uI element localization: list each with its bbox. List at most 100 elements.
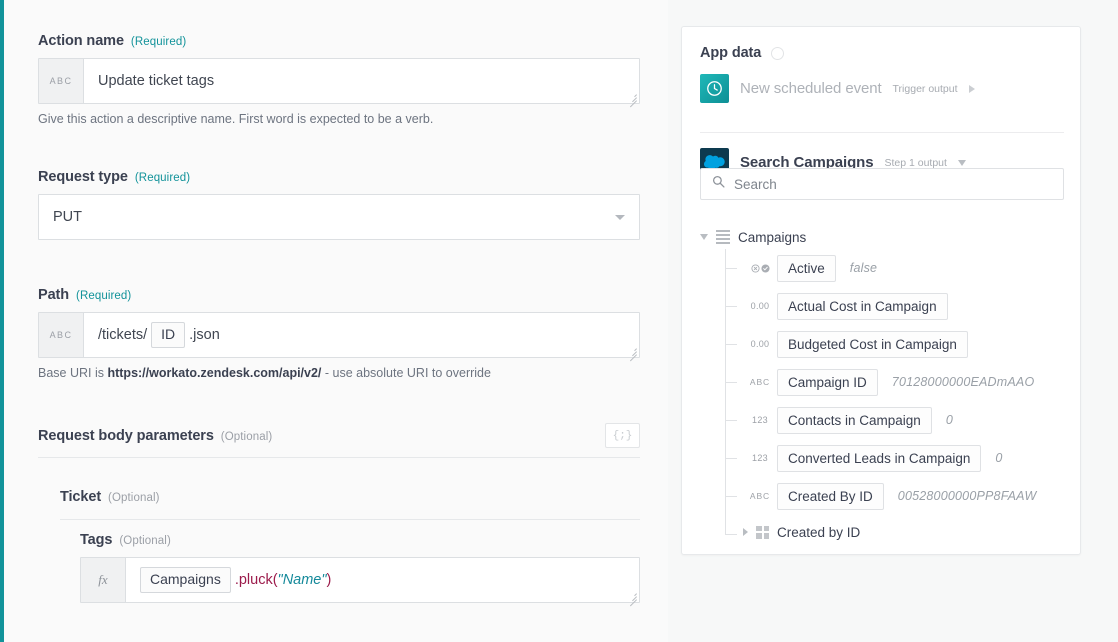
ticket-optional-tag: (Optional) xyxy=(108,492,160,504)
tree-item-value: 0 xyxy=(995,451,1002,465)
tree-root-label: Campaigns xyxy=(738,230,806,245)
request-body-label: Request body parameters xyxy=(38,428,214,444)
decimal-type-icon: 0.00 xyxy=(743,339,777,349)
ticket-group: Ticket (Optional) xyxy=(60,489,640,505)
json-mode-toggle-icon[interactable]: {;} xyxy=(605,423,640,448)
path-hint-base-uri: https://workato.zendesk.com/api/v2/ xyxy=(107,366,321,380)
tags-datapill-campaigns[interactable]: Campaigns xyxy=(140,567,231,592)
tags-label: Tags xyxy=(80,532,112,548)
request-type-label-row: Request type (Required) xyxy=(38,169,640,185)
tree-item-contacts-in-campaign[interactable]: 123 Contacts in Campaign 0 xyxy=(725,401,1070,439)
tree-item-value: 00528000000PP8FAAW xyxy=(898,489,1037,503)
tree-branch-line xyxy=(725,344,737,345)
search-input[interactable]: Search xyxy=(700,168,1064,200)
tags-optional-tag: (Optional) xyxy=(119,535,171,547)
path-datapill-id[interactable]: ID xyxy=(151,322,185,347)
app-data-tree: Campaigns Active xyxy=(700,225,1070,549)
path-hint: Base URI is https://workato.zendesk.com/… xyxy=(38,366,640,380)
tree-item-active[interactable]: Active false xyxy=(725,249,1070,287)
tree-branch-line xyxy=(725,534,737,535)
action-config-panel: Action name (Required) ABC Update ticket… xyxy=(0,0,668,642)
app-data-panel: App data New scheduled event Trigger out… xyxy=(681,26,1081,555)
action-name-field-group: Action name (Required) ABC Update ticket… xyxy=(38,33,640,126)
tags-formula-method: .pluck( xyxy=(235,572,278,588)
decimal-type-icon: 0.00 xyxy=(743,301,777,311)
app-data-header: App data xyxy=(700,45,784,61)
triangle-right-icon[interactable] xyxy=(969,85,975,93)
path-field-group: Path (Required) ABC /tickets/ ID .json B… xyxy=(38,287,640,380)
integer-type-icon: 123 xyxy=(743,415,777,425)
string-type-icon: ABC xyxy=(743,491,777,501)
chevron-down-icon[interactable] xyxy=(615,215,625,220)
boolean-type-icon xyxy=(743,264,777,273)
tree-item-pill[interactable]: Created By ID xyxy=(777,483,884,510)
request-body-header: Request body parameters (Optional) {;} xyxy=(38,423,640,448)
tags-label-row: Tags (Optional) xyxy=(80,532,640,548)
tree-root-campaigns[interactable]: Campaigns xyxy=(700,225,1070,249)
tree-item-pill[interactable]: Actual Cost in Campaign xyxy=(777,293,948,320)
tags-formula-argument: "Name" xyxy=(278,572,327,588)
request-type-required-tag: (Required) xyxy=(135,172,190,184)
search-icon xyxy=(712,175,725,193)
tree-item-pill[interactable]: Converted Leads in Campaign xyxy=(777,445,981,472)
path-prefix-text: /tickets/ xyxy=(98,327,147,343)
action-name-input[interactable]: ABC Update ticket tags xyxy=(38,58,640,104)
action-name-required-tag: (Required) xyxy=(131,36,186,48)
datasource-trigger-sub: Trigger output xyxy=(893,83,958,95)
tree-item-converted-leads[interactable]: 123 Converted Leads in Campaign 0 xyxy=(725,439,1070,477)
action-name-label: Action name xyxy=(38,33,124,49)
tags-formula-input[interactable]: fx Campaigns .pluck( "Name" ) xyxy=(80,557,640,603)
request-type-label: Request type xyxy=(38,169,128,185)
request-type-select[interactable]: PUT xyxy=(38,194,640,240)
datasource-separator xyxy=(700,132,1064,133)
ticket-label-row: Ticket (Optional) xyxy=(60,489,640,505)
tree-item-value: 0 xyxy=(946,413,953,427)
search-placeholder: Search xyxy=(734,177,777,192)
ticket-label: Ticket xyxy=(60,489,101,505)
tree-item-campaign-id[interactable]: ABC Campaign ID 70128000000EADmAAO xyxy=(725,363,1070,401)
path-hint-prefix: Base URI is xyxy=(38,366,107,380)
request-body-label-row: Request body parameters (Optional) xyxy=(38,428,272,444)
datasource-trigger-name: New scheduled event xyxy=(740,80,882,97)
tree-item-pill[interactable]: Budgeted Cost in Campaign xyxy=(777,331,968,358)
tags-formula-close-paren: ) xyxy=(327,572,332,588)
string-type-icon: ABC xyxy=(743,377,777,387)
app-root: Action name (Required) ABC Update ticket… xyxy=(0,0,1118,642)
action-name-input-value[interactable]: Update ticket tags xyxy=(84,59,639,103)
path-input[interactable]: ABC /tickets/ ID .json xyxy=(38,312,640,358)
path-label-row: Path (Required) xyxy=(38,287,640,303)
tree-branch-line xyxy=(725,458,737,459)
path-hint-suffix: - use absolute URI to override xyxy=(321,366,491,380)
tree-item-created-by-id[interactable]: ABC Created By ID 00528000000PP8FAAW xyxy=(725,477,1070,515)
tags-formula-value[interactable]: Campaigns .pluck( "Name" ) xyxy=(126,558,639,602)
tree-item-actual-cost[interactable]: 0.00 Actual Cost in Campaign xyxy=(725,287,1070,325)
path-input-value[interactable]: /tickets/ ID .json xyxy=(84,313,639,357)
tree-branch-line xyxy=(725,382,737,383)
clock-icon xyxy=(700,74,729,103)
grid-icon xyxy=(756,526,769,539)
triangle-right-icon[interactable] xyxy=(743,528,748,536)
abc-type-icon: ABC xyxy=(39,313,84,357)
datasource-step1-sub: Step 1 output xyxy=(884,157,946,169)
request-body-optional-tag: (Optional) xyxy=(221,431,273,443)
integer-type-icon: 123 xyxy=(743,453,777,463)
request-body-divider xyxy=(38,457,640,458)
path-required-tag: (Required) xyxy=(76,290,131,302)
tree-object-created-by-id[interactable]: Created by ID xyxy=(725,515,1070,549)
tree-branch-line xyxy=(725,306,737,307)
ticket-divider xyxy=(60,519,640,520)
tree-item-pill[interactable]: Active xyxy=(777,255,836,282)
abc-type-icon: ABC xyxy=(39,59,84,103)
fx-formula-icon: fx xyxy=(81,558,126,602)
triangle-down-icon[interactable] xyxy=(700,234,708,240)
tags-field-group: Tags (Optional) fx Campaigns .pluck( "Na… xyxy=(80,532,640,603)
tree-children: Active false 0.00 Actual Cost in Campaig… xyxy=(725,249,1070,549)
tree-branch-line xyxy=(725,496,737,497)
datasource-row-trigger[interactable]: New scheduled event Trigger output xyxy=(700,74,1064,103)
tree-item-pill[interactable]: Contacts in Campaign xyxy=(777,407,932,434)
action-name-label-row: Action name (Required) xyxy=(38,33,640,49)
triangle-down-icon[interactable] xyxy=(958,160,966,166)
tree-item-pill[interactable]: Campaign ID xyxy=(777,369,878,396)
action-name-hint: Give this action a descriptive name. Fir… xyxy=(38,112,640,126)
tree-item-budgeted-cost[interactable]: 0.00 Budgeted Cost in Campaign xyxy=(725,325,1070,363)
